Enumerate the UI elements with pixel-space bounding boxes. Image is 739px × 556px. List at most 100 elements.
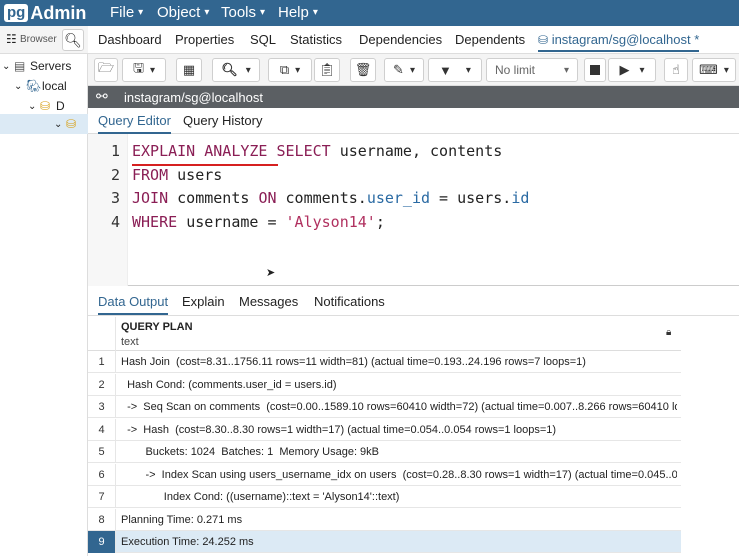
tab-notifications[interactable]: Notifications xyxy=(314,294,385,309)
edit-button[interactable]: ✎ ▾ xyxy=(384,58,424,82)
delete-button[interactable]: 🗑︎ xyxy=(350,58,376,82)
search-icon[interactable]: 🔍︎ xyxy=(62,29,84,51)
find-button[interactable]: 🔍︎ ▾ xyxy=(212,58,260,82)
table-row[interactable]: 1 Hash Join (cost=8.31..1756.11 rows=11 w… xyxy=(88,351,681,373)
tab-data-output[interactable]: Data Output xyxy=(98,294,169,315)
stop-button[interactable] xyxy=(584,58,606,82)
object-browser: ☷ Browser 🔍︎ ⌄ ▤ Servers ⌄ 🐘︎ local ⌄ ⛁ … xyxy=(0,26,88,556)
tab-explain[interactable]: Explain xyxy=(182,294,225,309)
column-type: text xyxy=(121,336,139,348)
chevron-down-icon: ⌄ xyxy=(2,60,11,72)
mouse-cursor-icon: ➤ xyxy=(266,267,276,279)
connection-bar: ⚯ instagram/sg@localhost xyxy=(88,86,739,108)
sql-token: comments. xyxy=(285,189,367,207)
query-plan-cell[interactable]: Index Cond: ((username)::text = 'Alyson1… xyxy=(121,486,677,508)
row-number[interactable]: 6 xyxy=(88,463,116,486)
table-icon: ▦ xyxy=(182,62,196,77)
connection-icon[interactable]: ⚯ xyxy=(96,88,108,105)
explain-button[interactable]: ☝ xyxy=(664,58,688,82)
column-name[interactable]: QUERY PLAN xyxy=(121,321,193,333)
limit-select[interactable]: No limit ▾ xyxy=(486,58,578,82)
tab-dependencies[interactable]: Dependencies xyxy=(359,32,442,47)
tab-messages[interactable]: Messages xyxy=(239,294,298,309)
row-number[interactable]: 8 xyxy=(88,508,116,531)
row-number[interactable]: 5 xyxy=(88,441,116,463)
line-number: 4 xyxy=(110,212,120,231)
menu-object[interactable]: Object ▾ xyxy=(157,4,209,21)
query-plan-cell[interactable]: Planning Time: 0.271 ms xyxy=(121,509,677,531)
line-gutter: 1 2 3 4 xyxy=(88,134,128,286)
browser-grid-icon[interactable]: ☷ xyxy=(6,32,17,46)
tab-dashboard[interactable]: Dashboard xyxy=(98,32,162,47)
code-line: EXPLAIN ANALYZE SELECT username, content… xyxy=(132,142,502,160)
copy-button[interactable]: ⧉ ▾ xyxy=(268,58,312,82)
sql-token: users xyxy=(177,165,223,184)
sql-editor[interactable]: 1 2 3 4 EXPLAIN ANALYZE SELECT username, co… xyxy=(88,134,739,286)
open-file-button[interactable]: 🗁︎ xyxy=(94,58,118,82)
database-icon: ⛁ xyxy=(40,99,51,113)
table-row[interactable]: 2 Hash Cond: (comments.user_id = users.i… xyxy=(88,373,681,396)
row-number[interactable]: 4 xyxy=(88,418,116,441)
menu-tools[interactable]: Tools ▾ xyxy=(221,4,265,21)
chevron-down-icon: ▾ xyxy=(563,64,569,76)
search-icon: 🔍︎ xyxy=(221,62,238,77)
query-plan-cell[interactable]: Buckets: 1024 Batches: 1 Memory Usage: 9… xyxy=(121,441,677,463)
copy-icon: ⧉ xyxy=(279,62,290,77)
tab-dependents[interactable]: Dependents xyxy=(455,32,525,47)
row-number[interactable]: 9 xyxy=(88,531,116,553)
editor-tabs: Query Editor Query History xyxy=(88,108,739,134)
table-row[interactable]: 7 Index Cond: ((username)::text = 'Alyso… xyxy=(88,486,681,508)
query-plan-cell[interactable]: -> Index Scan using users_username_idx o… xyxy=(121,464,677,486)
row-number[interactable]: 3 xyxy=(88,396,116,418)
query-plan-cell[interactable]: Hash Join (cost=8.31..1756.11 rows=11 wi… xyxy=(121,351,677,373)
sql-token: id xyxy=(511,189,530,207)
query-plan-cell[interactable]: Execution Time: 24.252 ms xyxy=(121,531,677,553)
row-number[interactable]: 1 xyxy=(88,351,116,373)
chevron-down-icon: ▾ xyxy=(465,64,471,76)
row-number[interactable]: 2 xyxy=(88,373,116,396)
tree-item-databases[interactable]: ⌄ ⛁ D xyxy=(28,96,65,116)
table-row[interactable]: 4 -> Hash (cost=8.30..8.30 rows=1 width=… xyxy=(88,418,681,441)
sql-token: username = xyxy=(186,212,286,231)
tree-item-servers[interactable]: ⌄ ▤ Servers xyxy=(2,56,71,76)
save-button[interactable]: 🖫︎ ▾ xyxy=(122,58,166,82)
chevron-down-icon: ⌄ xyxy=(14,80,23,92)
trash-icon: 🗑︎ xyxy=(354,62,372,77)
query-plan-cell[interactable]: -> Seq Scan on comments (cost=0.00..1589… xyxy=(121,396,677,418)
tab-query-history[interactable]: Query History xyxy=(183,113,262,128)
connection-label: instagram/sg@localhost xyxy=(124,90,263,105)
table-row[interactable]: 5 Buckets: 1024 Batches: 1 Memory Usage:… xyxy=(88,441,681,463)
tab-query-editor[interactable]: Query Editor xyxy=(98,113,171,134)
grid-header: QUERY PLAN text 🔒︎ xyxy=(88,317,681,351)
query-plan-cell[interactable]: Hash Cond: (comments.user_id = users.id) xyxy=(121,374,677,396)
chevron-down-icon: ▾ xyxy=(260,7,266,18)
database-icon: ⛁ xyxy=(538,33,549,47)
menu-file[interactable]: File ▾ xyxy=(110,4,143,21)
sql-token: EXPLAIN ANALYZE SELECT xyxy=(132,142,331,160)
browser-toolbar: ☷ Browser 🔍︎ xyxy=(0,26,88,54)
row-number[interactable]: 7 xyxy=(88,486,116,508)
pencil-icon: ✎ xyxy=(393,62,404,77)
tab-properties[interactable]: Properties xyxy=(175,32,234,47)
tab-query-tool[interactable]: ⛁ instagram/sg@localhost * xyxy=(538,32,700,52)
table-row[interactable]: 8 Planning Time: 0.271 ms xyxy=(88,508,681,531)
edit-grid-button[interactable]: ▦ xyxy=(176,58,202,82)
table-row[interactable]: 9 Execution Time: 24.252 ms xyxy=(88,531,681,553)
code-line: FROM users xyxy=(132,166,222,184)
tree-item-selected[interactable]: ⌄ ⛁ xyxy=(0,114,88,134)
tab-statistics[interactable]: Statistics xyxy=(290,32,342,47)
paste-button[interactable]: 📋︎ xyxy=(314,58,340,82)
main-tabs: Dashboard Properties SQL Statistics Depe… xyxy=(88,26,739,54)
macros-button[interactable]: ⌨ ▾ xyxy=(692,58,736,82)
query-plan-cell[interactable]: -> Hash (cost=8.30..8.30 rows=1 width=17… xyxy=(121,419,677,441)
sql-token: 'Alyson14' xyxy=(285,212,376,231)
table-row[interactable]: 6 -> Index Scan using users_username_idx… xyxy=(88,463,681,486)
logo-pg: pg xyxy=(4,4,29,22)
table-row[interactable]: 3 -> Seq Scan on comments (cost=0.00..15… xyxy=(88,396,681,418)
filter-button[interactable]: ▼ ▾ xyxy=(428,58,482,82)
menu-help[interactable]: Help ▾ xyxy=(278,4,318,21)
tab-sql[interactable]: SQL xyxy=(250,32,276,47)
tree-item-local[interactable]: ⌄ 🐘︎ local xyxy=(14,76,67,96)
execute-button[interactable]: ▶ ▾ xyxy=(608,58,656,82)
keyboard-icon: ⌨ xyxy=(699,62,718,77)
